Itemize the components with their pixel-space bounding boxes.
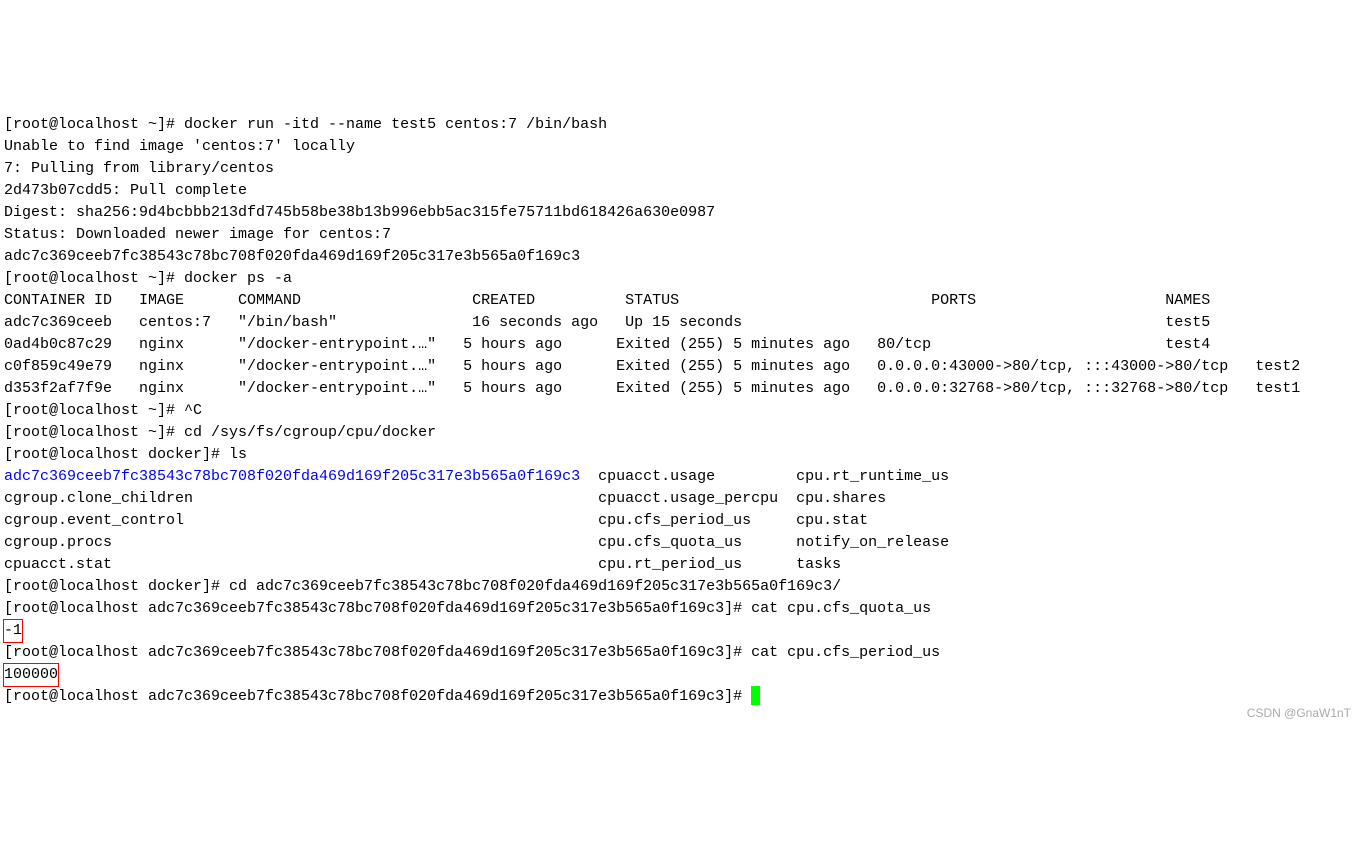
prompt-line: [root@localhost ~]# ^C (4, 402, 202, 419)
ls-output: cpuacct.usage cpu.rt_runtime_us (580, 468, 949, 485)
ls-output: cgroup.event_control cpu.cfs_period_us c… (4, 512, 868, 529)
output-line: 2d473b07cdd5: Pull complete (4, 182, 247, 199)
prompt-line: [root@localhost ~]# cd /sys/fs/cgroup/cp… (4, 424, 436, 441)
prompt-line: [root@localhost adc7c369ceeb7fc38543c78b… (4, 644, 940, 661)
table-row: adc7c369ceeb centos:7 "/bin/bash" 16 sec… (4, 314, 1210, 331)
table-row: c0f859c49e79 nginx "/docker-entrypoint.…… (4, 358, 1300, 375)
prompt-line: [root@localhost ~]# docker run -itd --na… (4, 116, 607, 133)
prompt-line: [root@localhost docker]# cd adc7c369ceeb… (4, 578, 841, 595)
quota-value-highlighted: -1 (3, 619, 23, 643)
prompt-line: [root@localhost adc7c369ceeb7fc38543c78b… (4, 600, 931, 617)
directory-link: adc7c369ceeb7fc38543c78bc708f020fda469d1… (4, 468, 580, 485)
prompt-line: [root@localhost docker]# ls (4, 446, 247, 463)
prompt-line: [root@localhost adc7c369ceeb7fc38543c78b… (4, 688, 751, 705)
output-line: 7: Pulling from library/centos (4, 160, 274, 177)
output-line: adc7c369ceeb7fc38543c78bc708f020fda469d1… (4, 248, 580, 265)
output-line: Status: Downloaded newer image for cento… (4, 226, 391, 243)
watermark: CSDN @GnaW1nT (1247, 702, 1351, 724)
table-header: CONTAINER ID IMAGE COMMAND CREATED STATU… (4, 292, 1210, 309)
output-line: Digest: sha256:9d4bcbbb213dfd745b58be38b… (4, 204, 715, 221)
prompt-line: [root@localhost ~]# docker ps -a (4, 270, 292, 287)
ls-output: cgroup.clone_children cpuacct.usage_perc… (4, 490, 886, 507)
table-row: d353f2af7f9e nginx "/docker-entrypoint.…… (4, 380, 1300, 397)
terminal-output[interactable]: [root@localhost ~]# docker run -itd --na… (4, 92, 1359, 730)
terminal-cursor[interactable] (751, 686, 760, 705)
ls-output: cgroup.procs cpu.cfs_quota_us notify_on_… (4, 534, 949, 551)
period-value-highlighted: 100000 (3, 663, 59, 687)
table-row: 0ad4b0c87c29 nginx "/docker-entrypoint.…… (4, 336, 1210, 353)
ls-output: cpuacct.stat cpu.rt_period_us tasks (4, 556, 841, 573)
output-line: Unable to find image 'centos:7' locally (4, 138, 355, 155)
